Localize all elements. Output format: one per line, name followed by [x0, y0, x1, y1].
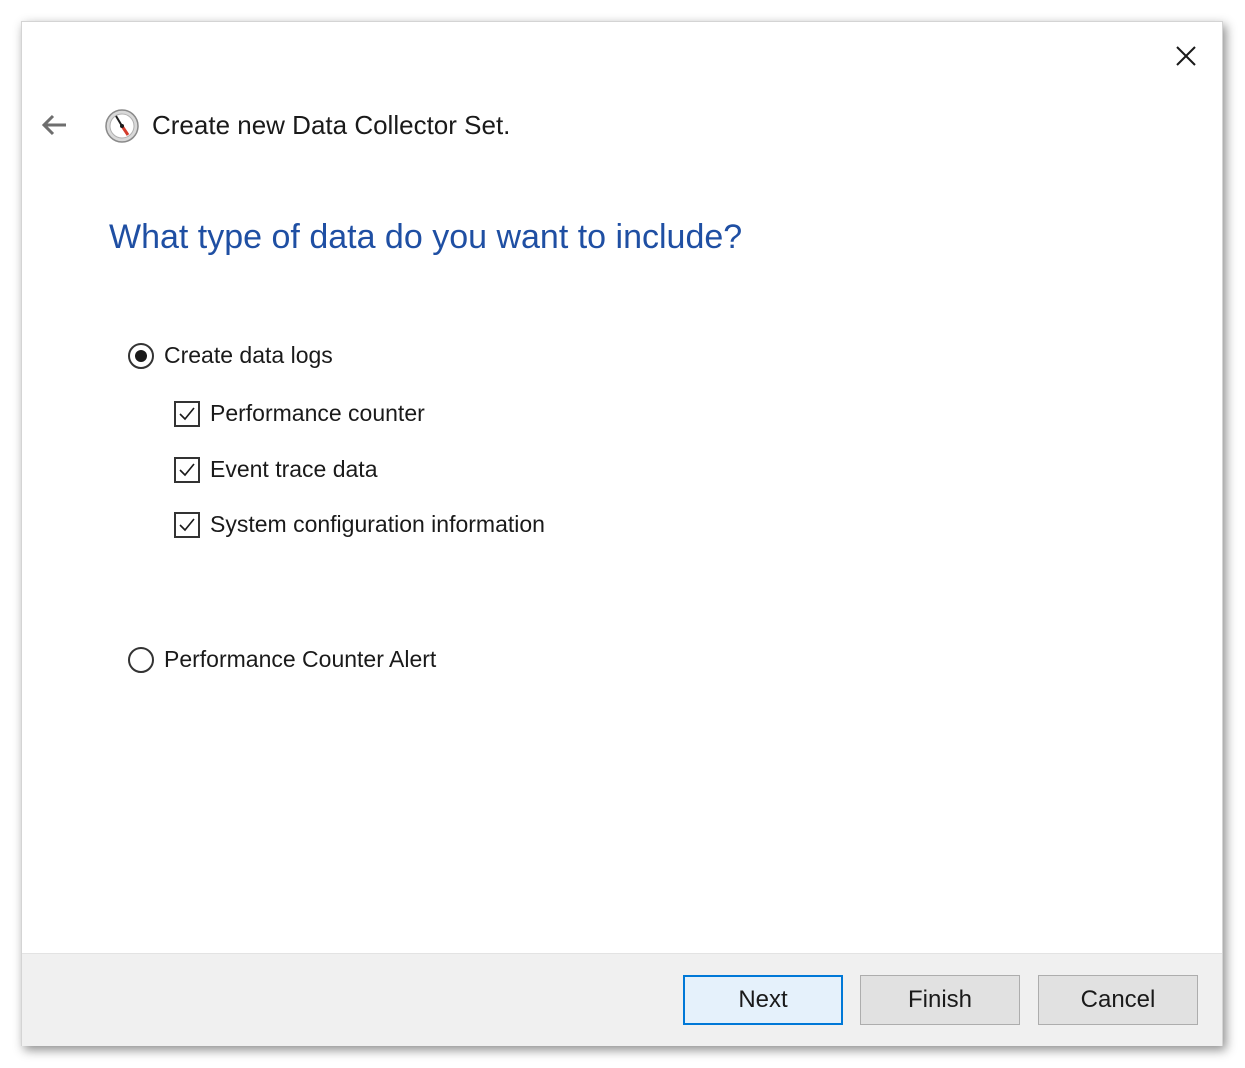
checkbox-label: Performance counter	[210, 400, 425, 426]
checkbox-performance-counter[interactable]: Performance counter	[174, 400, 425, 427]
cancel-button[interactable]: Cancel	[1038, 975, 1198, 1025]
close-button[interactable]	[1168, 38, 1204, 74]
close-icon	[1176, 46, 1196, 66]
radio-button[interactable]	[128, 646, 154, 673]
finish-button[interactable]: Finish	[860, 975, 1020, 1025]
back-arrow-icon	[41, 114, 66, 136]
checkmark-icon	[179, 517, 195, 531]
page-heading: What type of data do you want to include…	[109, 218, 743, 256]
radio-button-selected[interactable]	[128, 342, 154, 369]
checkbox-label: System configuration information	[210, 511, 545, 537]
checkbox[interactable]	[174, 456, 200, 483]
checkmark-icon	[179, 406, 195, 420]
performance-monitor-icon	[104, 108, 140, 144]
back-button[interactable]	[38, 110, 72, 140]
next-button[interactable]: Next	[683, 975, 843, 1025]
wizard-window: Create new Data Collector Set. What type…	[21, 21, 1223, 1046]
checkbox-label: Event trace data	[210, 456, 378, 482]
radio-label: Performance Counter Alert	[164, 646, 437, 672]
radio-performance-counter-alert[interactable]: Performance Counter Alert	[128, 646, 436, 673]
checkbox[interactable]	[174, 511, 200, 538]
checkbox-event-trace-data[interactable]: Event trace data	[174, 456, 378, 483]
radio-create-data-logs[interactable]: Create data logs	[128, 342, 333, 369]
button-bar: Next Finish Cancel	[22, 953, 1222, 1046]
wizard-title: Create new Data Collector Set.	[152, 110, 511, 140]
checkbox[interactable]	[174, 400, 200, 427]
checkbox-system-configuration-information[interactable]: System configuration information	[174, 511, 545, 538]
radio-label: Create data logs	[164, 342, 333, 368]
checkmark-icon	[179, 462, 195, 476]
